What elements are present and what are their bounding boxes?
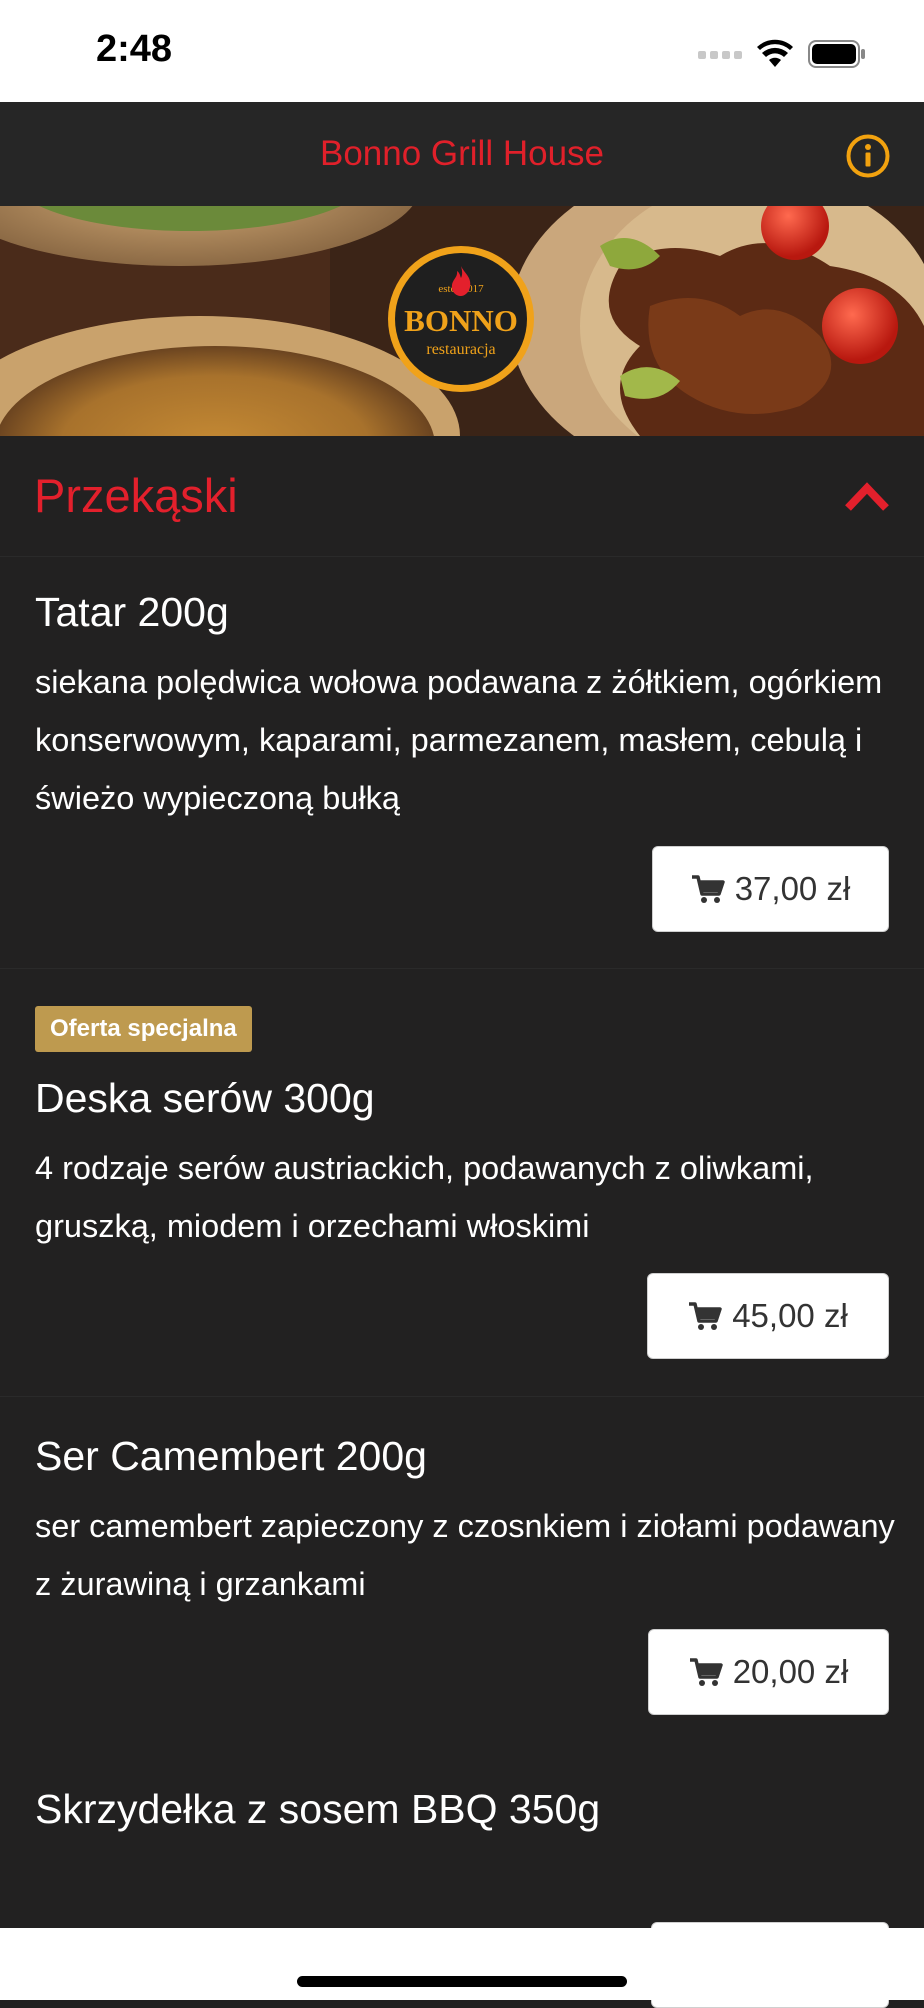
home-indicator[interactable] [297, 1976, 627, 1987]
status-time: 2:48 [96, 28, 173, 70]
info-circle-icon[interactable] [846, 134, 890, 178]
menu-item[interactable]: Ser Camembert 200g ser camembert zapiecz… [0, 1396, 924, 1751]
app-title: Bonno Grill House [319, 134, 605, 173]
add-to-cart-button[interactable]: 20,00 zł [648, 1629, 889, 1715]
item-title: Ser Camembert 200g [35, 1433, 427, 1479]
hero-banner: estd. 2017 BONNO restauracja [0, 206, 924, 436]
item-description: siekana polędwica wołowa podawana z żółt… [35, 664, 883, 816]
home-indicator-area [0, 1928, 924, 2000]
restaurant-logo: estd. 2017 BONNO restauracja [388, 246, 534, 392]
menu-item[interactable]: Skrzydełka z sosem BBQ 350g [0, 1750, 924, 2008]
section-header[interactable]: Przekąski [0, 436, 924, 556]
item-description: ser camembert zapieczony z czosnkiem i z… [35, 1508, 895, 1602]
wifi-icon [757, 39, 793, 67]
battery-icon [808, 40, 865, 68]
price-label: 45,00 zł [732, 1297, 848, 1334]
item-title: Tatar 200g [35, 589, 229, 635]
item-title: Deska serów 300g [35, 1075, 375, 1121]
cart-icon [689, 1658, 723, 1686]
item-title: Skrzydełka z sosem BBQ 350g [35, 1786, 601, 1832]
special-offer-badge: Oferta specjalna [35, 1006, 252, 1052]
add-to-cart-button[interactable]: 45,00 zł [647, 1273, 889, 1359]
section-title: Przekąski [34, 469, 238, 522]
status-bar: 2:48 [0, 0, 924, 102]
item-description: 4 rodzaje serów austriackich, podawanych… [35, 1150, 814, 1244]
add-to-cart-button[interactable]: 37,00 zł [652, 846, 889, 932]
flame-icon [451, 266, 471, 296]
status-icons [698, 36, 866, 72]
nav-bar: Bonno Grill House [0, 102, 924, 206]
logo-name: BONNO [404, 303, 518, 338]
price-label: 37,00 zł [734, 870, 851, 907]
menu-item[interactable]: Oferta specjalna Deska serów 300g 4 rodz… [0, 968, 924, 1397]
signal-icon [698, 51, 742, 59]
logo-subtitle: restauracja [426, 341, 496, 358]
menu-item[interactable]: Tatar 200g siekana polędwica wołowa poda… [0, 556, 924, 969]
cart-icon [689, 1302, 722, 1330]
chevron-up-icon[interactable] [844, 476, 890, 516]
price-label: 20,00 zł [732, 1653, 849, 1690]
cart-icon [691, 875, 725, 903]
